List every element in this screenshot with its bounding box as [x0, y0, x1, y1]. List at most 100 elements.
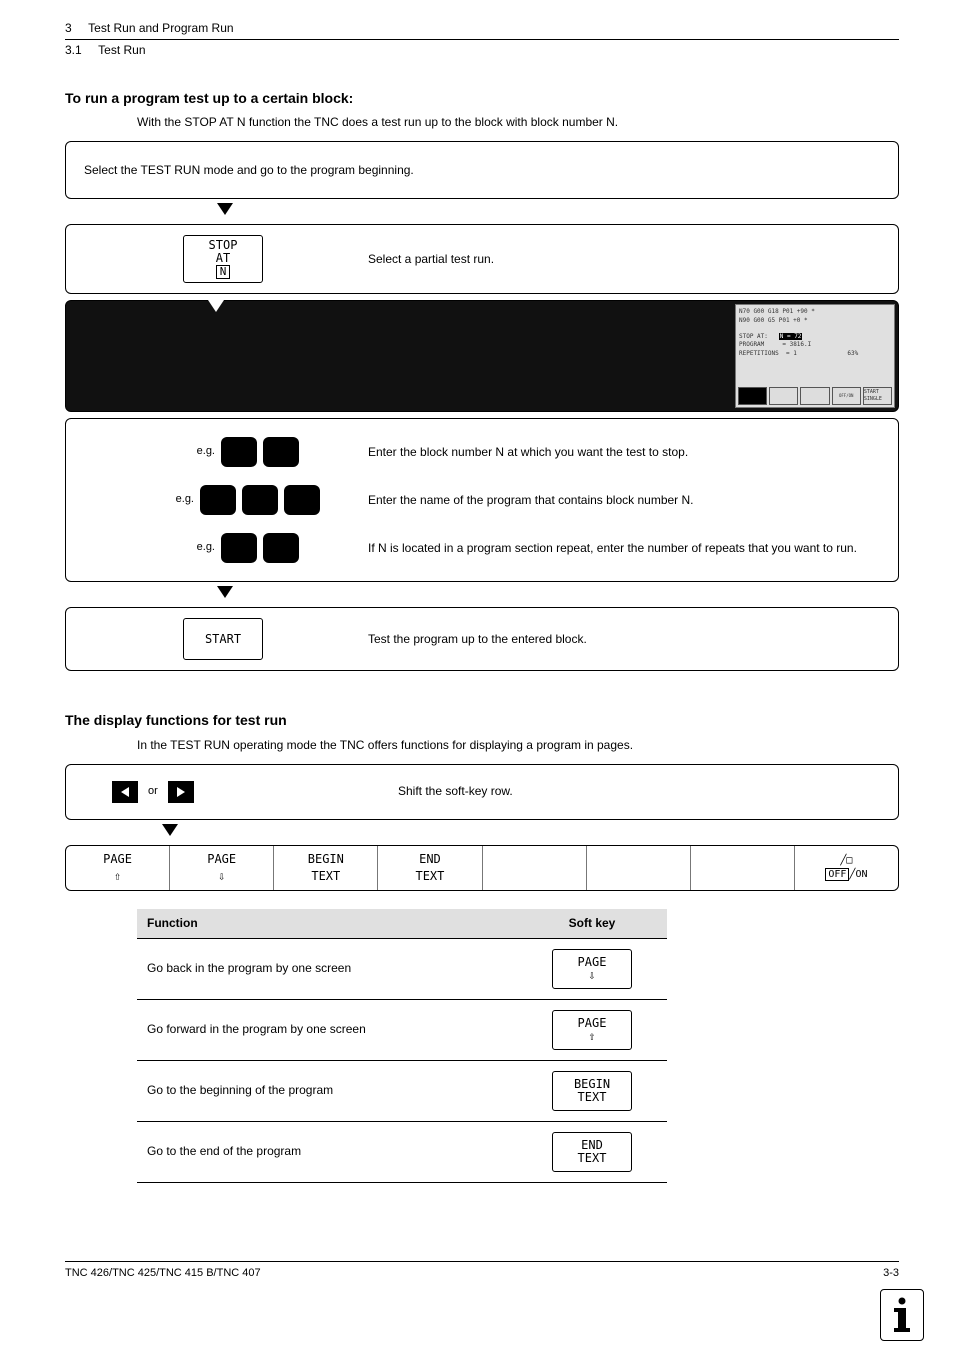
- start-key-area: START: [78, 618, 368, 660]
- softkey-page-down[interactable]: PAGE ⇩: [170, 846, 274, 890]
- step6-text: Test the program up to the entered block…: [368, 631, 886, 648]
- page-header: 3 Test Run and Program Run 3.1 Test Run: [65, 20, 899, 59]
- func-head: Function: [137, 909, 517, 938]
- table-row: Go forward in the program by one screen …: [137, 999, 667, 1060]
- input-row-2: e.g. Enter the name of the program that …: [78, 485, 886, 515]
- table-row: Go back in the program by one screen PAG…: [137, 938, 667, 999]
- function-table: Function Soft key Go back in the program…: [137, 909, 667, 1183]
- shift-row-box: or Shift the soft-key row.: [65, 764, 899, 820]
- step-start-box: START Test the program up to the entered…: [65, 607, 899, 671]
- stop-at-label: STOP AT:: [739, 333, 768, 340]
- start-softkey[interactable]: START: [183, 618, 263, 660]
- step1-text: Select the TEST RUN mode and go to the p…: [84, 162, 880, 179]
- softkey-begin-text[interactable]: BEGIN TEXT: [274, 846, 378, 890]
- chapter-num: 3: [65, 21, 72, 35]
- shift-keys: or: [78, 781, 398, 803]
- prog-value: = 3816.I: [782, 341, 811, 348]
- softkey-page-up[interactable]: PAGE ⇧: [66, 846, 170, 890]
- numeric-key[interactable]: [200, 485, 236, 515]
- reps-value: = 1: [786, 350, 797, 357]
- numeric-key[interactable]: [221, 533, 257, 563]
- input-row-1: e.g. Enter the block number N at which y…: [78, 437, 886, 467]
- triangle-right-icon: [175, 786, 187, 798]
- arrow-up-icon: ⇧: [114, 868, 121, 885]
- screen-line2: N90 G00 G5 P01 +0 *: [739, 317, 891, 325]
- on-label: ON: [855, 869, 867, 880]
- step2-key-area: STOP AT N: [78, 235, 368, 283]
- func-cell: Go forward in the program by one screen: [137, 999, 517, 1060]
- screen-softkey-row: OFF/ON START SINGLE: [738, 387, 892, 405]
- numeric-key[interactable]: [263, 437, 299, 467]
- start-softkey-label: START: [205, 633, 241, 646]
- stop-at-n-softkey[interactable]: STOP AT N: [183, 235, 263, 283]
- footer-right: 3-3: [883, 1266, 899, 1281]
- shift-right-key[interactable]: [168, 781, 194, 803]
- stop-at-value: N = 72: [779, 333, 803, 340]
- divider: [65, 39, 899, 40]
- softkey-bar: PAGE ⇧ PAGE ⇩ BEGIN TEXT END TEXT ╱□ OFF…: [65, 845, 899, 891]
- page-down-softkey[interactable]: PAGE ⇩: [552, 949, 632, 989]
- sk-label: PAGE: [578, 1017, 607, 1030]
- flow-arrow-icon: [215, 584, 899, 605]
- mini-sk-1: [738, 387, 767, 405]
- end-text-softkey[interactable]: END TEXT: [552, 1132, 632, 1172]
- screen-preview-box: N70 G00 G18 P01 +90 * N90 G00 G5 P01 +0 …: [65, 300, 899, 412]
- screen-stop: STOP AT: N = 72: [739, 333, 891, 341]
- sk-label-b: TEXT: [311, 868, 340, 885]
- section2-intro: In the TEST RUN operating mode the TNC o…: [137, 737, 899, 754]
- page-up-softkey[interactable]: PAGE ⇧: [552, 1010, 632, 1050]
- softkey-empty: [691, 846, 795, 890]
- softkey-head: Soft key: [517, 909, 667, 938]
- eg-label-3: e.g.: [187, 540, 215, 555]
- tnc-screen-dummy: N70 G00 G18 P01 +90 * N90 G00 G5 P01 +0 …: [735, 304, 895, 408]
- triangle-left-icon: [119, 786, 131, 798]
- page: 3 Test Run and Program Run 3.1 Test Run …: [0, 0, 954, 1351]
- arrow-down-icon: ⇩: [218, 868, 225, 885]
- softkey-empty: [587, 846, 691, 890]
- arrow-down-icon: ⇩: [588, 969, 595, 982]
- sk-label-a: BEGIN: [574, 1078, 610, 1091]
- section-num: 3.1: [65, 43, 82, 57]
- section1-heading: To run a program test up to a certain bl…: [65, 89, 899, 109]
- sk-label: PAGE: [207, 851, 236, 868]
- mini-sk-3: [800, 387, 829, 405]
- sk-label-a: END: [419, 851, 441, 868]
- numeric-key[interactable]: [284, 485, 320, 515]
- off-on-label: OFF╱ON: [825, 868, 867, 882]
- prog-label: PROGRAM: [739, 341, 764, 348]
- screen-line1: N70 G00 G18 P01 +90 *: [739, 308, 891, 316]
- numeric-key[interactable]: [242, 485, 278, 515]
- flow-arrow-icon: [160, 822, 899, 843]
- sk-label-b: TEXT: [415, 868, 444, 885]
- table-row: Go to the end of the program END TEXT: [137, 1121, 667, 1182]
- section-title: Test Run: [98, 43, 145, 57]
- screen-reps: REPETITIONS = 1 63%: [739, 350, 891, 358]
- info-icon: [880, 1289, 924, 1341]
- sk-label-a: END: [581, 1139, 603, 1152]
- footer-left: TNC 426/TNC 425/TNC 415 B/TNC 407: [65, 1266, 261, 1281]
- off-label: OFF: [825, 868, 849, 881]
- numeric-key[interactable]: [221, 437, 257, 467]
- reps-label: REPETITIONS: [739, 350, 779, 357]
- step3-text: Enter the block number N at which you wa…: [368, 444, 886, 461]
- mini-sk-4: OFF/ON: [832, 387, 861, 405]
- toggle-icon: ╱□: [840, 854, 852, 868]
- softkey-end-text[interactable]: END TEXT: [378, 846, 482, 890]
- shift-left-key[interactable]: [112, 781, 138, 803]
- chapter-line: 3 Test Run and Program Run: [65, 20, 899, 37]
- func-cell: Go to the beginning of the program: [137, 1060, 517, 1121]
- eg-label-1: e.g.: [187, 444, 215, 459]
- sk-label-b: TEXT: [578, 1152, 607, 1165]
- begin-text-softkey[interactable]: BEGIN TEXT: [552, 1071, 632, 1111]
- sk-label: PAGE: [103, 851, 132, 868]
- softkey-off-on[interactable]: ╱□ OFF╱ON: [795, 846, 898, 890]
- screen-prog: PROGRAM = 3816.I: [739, 341, 891, 349]
- pct-value: 63%: [847, 350, 858, 357]
- numeric-key[interactable]: [263, 533, 299, 563]
- arrow-up-icon: ⇧: [588, 1030, 595, 1043]
- input-box: e.g. Enter the block number N at which y…: [65, 418, 899, 582]
- step2-box: STOP AT N Select a partial test run.: [65, 224, 899, 294]
- section2-heading: The display functions for test run: [65, 711, 899, 731]
- page-footer: TNC 426/TNC 425/TNC 415 B/TNC 407 3-3: [65, 1261, 899, 1281]
- step4-text: Enter the name of the program that conta…: [368, 492, 886, 509]
